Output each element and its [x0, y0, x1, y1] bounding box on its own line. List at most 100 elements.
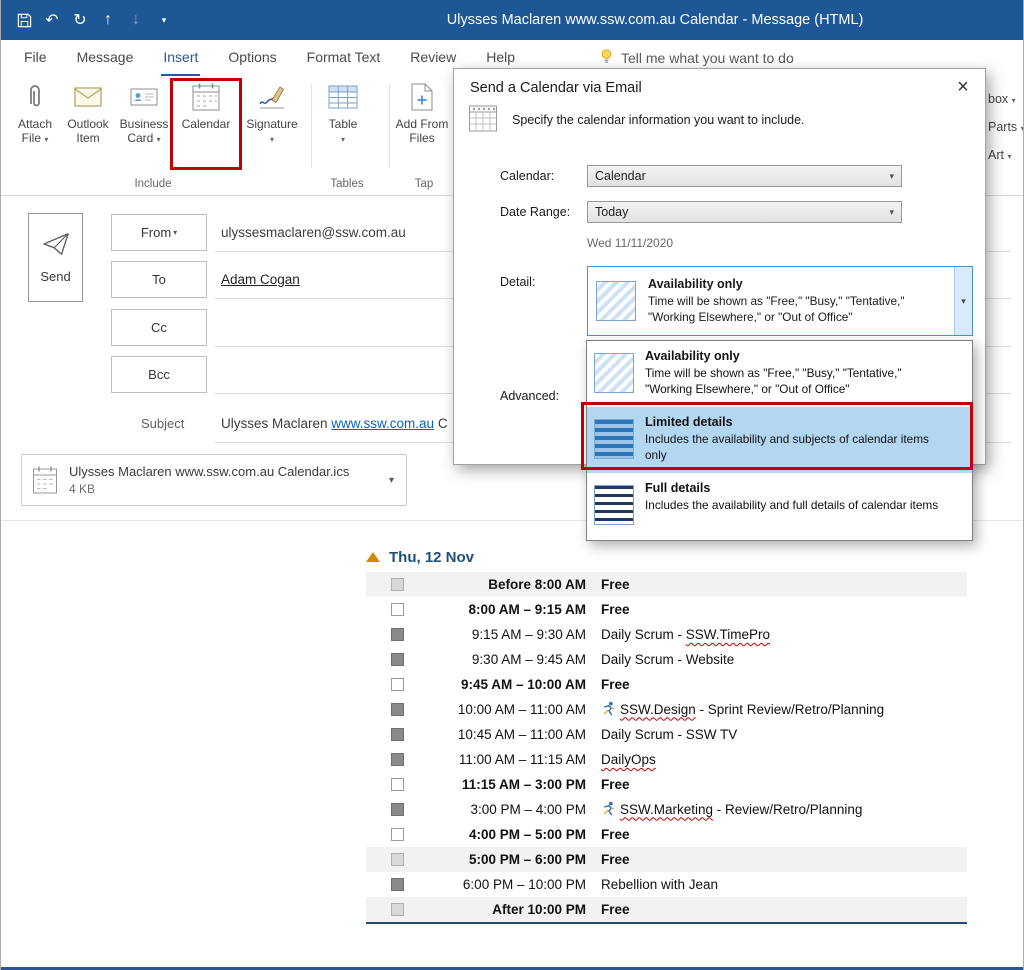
- runner-icon: [601, 801, 616, 819]
- calendar-row: 3:00 PM – 4:00 PMSSW.Marketing - Review/…: [366, 797, 967, 822]
- tab-file[interactable]: File: [22, 40, 49, 76]
- row-checkbox[interactable]: [391, 578, 404, 591]
- selected-detail-text: Availability only Time will be shown as …: [648, 277, 936, 326]
- desc-text: Free: [601, 602, 630, 617]
- subject-value: Ulysses Maclaren www.ssw.com.au C: [221, 405, 448, 441]
- quick-access-toolbar: ↶ ↻ ↑ ↓ ▾: [1, 7, 177, 33]
- ribbon-button-outlook-item[interactable]: OutlookItem: [62, 79, 114, 146]
- desc-text: Free: [601, 677, 630, 692]
- tab-format-text[interactable]: Format Text: [305, 40, 383, 76]
- detail-combobox-arrow[interactable]: ▾: [954, 267, 972, 335]
- from-button[interactable]: From▾: [111, 214, 207, 251]
- undo-button[interactable]: ↶: [39, 7, 65, 33]
- row-desc: Free: [601, 902, 630, 917]
- calendar-dropdown-value: Calendar: [595, 169, 646, 183]
- row-time: 10:45 AM – 11:00 AM: [408, 727, 586, 742]
- calendar-row: 11:00 AM – 11:15 AMDailyOps: [366, 747, 967, 772]
- chevron-down-icon: ▾: [1012, 96, 1016, 105]
- dialog-close-button[interactable]: ×: [949, 74, 977, 100]
- ribbon-group-tap: Tap: [415, 178, 434, 190]
- previous-item-button[interactable]: ↑: [95, 7, 121, 33]
- cc-button[interactable]: Cc: [111, 309, 207, 346]
- detail-field-label: Detail:: [500, 275, 535, 289]
- ribbon-group-separator: [311, 84, 312, 168]
- calendar-table: Before 8:00 AMFree8:00 AM – 9:15 AMFree9…: [366, 572, 967, 924]
- calendar-row: 6:00 PM – 10:00 PMRebellion with Jean: [366, 872, 967, 897]
- row-time: 9:45 AM – 10:00 AM: [408, 677, 586, 692]
- desc-text: Rebellion with Jean: [601, 877, 718, 892]
- row-checkbox[interactable]: [391, 603, 404, 616]
- chevron-down-icon: ▾: [889, 207, 894, 218]
- paperclip-icon: [25, 79, 45, 115]
- row-checkbox[interactable]: [391, 703, 404, 716]
- chevron-down-icon: ▾: [157, 135, 161, 144]
- ribbon-button-table[interactable]: Table▾: [317, 79, 369, 146]
- redo-button[interactable]: ↻: [67, 7, 93, 33]
- signature-icon: [258, 79, 286, 115]
- envelope-icon: [74, 79, 102, 115]
- desc-text: Free: [601, 852, 630, 867]
- tab-options[interactable]: Options: [226, 40, 278, 76]
- ribbon-button-add-from-files[interactable]: Add FromFiles: [393, 79, 451, 146]
- calendar-row: 10:00 AM – 11:00 AMSSW.Design - Sprint R…: [366, 697, 967, 722]
- attachment-info: Ulysses Maclaren www.ssw.com.au Calendar…: [69, 464, 349, 496]
- row-time: 4:00 PM – 5:00 PM: [408, 827, 586, 842]
- selected-detail-desc: Time will be shown as "Free," "Busy," "T…: [648, 294, 936, 326]
- attachment-name: Ulysses Maclaren www.ssw.com.au Calendar…: [69, 464, 349, 479]
- attachment-card[interactable]: Ulysses Maclaren www.ssw.com.au Calendar…: [21, 454, 407, 506]
- quick-parts-button-partial[interactable]: Parts ▾: [988, 120, 1024, 134]
- save-button[interactable]: [11, 7, 37, 33]
- bcc-button[interactable]: Bcc: [111, 356, 207, 393]
- row-checkbox[interactable]: [391, 653, 404, 666]
- calendar-row: 5:00 PM – 6:00 PMFree: [366, 847, 967, 872]
- annotation-box-calendar-button: [170, 78, 242, 170]
- date-range-dropdown[interactable]: Today ▾: [587, 201, 902, 223]
- calendar-row: 9:15 AM – 9:30 AMDaily Scrum - SSW.TimeP…: [366, 622, 967, 647]
- row-checkbox[interactable]: [391, 753, 404, 766]
- misspelled-text: SSW.Design: [620, 702, 696, 717]
- send-button[interactable]: Send: [28, 213, 83, 302]
- calendar-row: 11:15 AM – 3:00 PMFree: [366, 772, 967, 797]
- row-checkbox[interactable]: [391, 628, 404, 641]
- customize-qat-button[interactable]: ▾: [151, 7, 177, 33]
- tell-me-box[interactable]: Tell me what you want to do: [599, 48, 794, 67]
- detail-option-full-details[interactable]: Full detailsIncludes the availability an…: [587, 473, 972, 539]
- detail-combobox[interactable]: Availability only Time will be shown as …: [587, 266, 973, 336]
- ribbon-button-attach-file[interactable]: AttachFile ▾: [9, 79, 61, 146]
- attachment-menu-button[interactable]: ▾: [377, 475, 406, 486]
- ribbon-button-signature[interactable]: Signature▾: [242, 79, 302, 146]
- row-checkbox[interactable]: [391, 853, 404, 866]
- to-button[interactable]: To: [111, 261, 207, 298]
- row-checkbox[interactable]: [391, 828, 404, 841]
- subject-text: C: [434, 416, 448, 431]
- add-files-icon: [409, 79, 435, 115]
- desc-text: Free: [601, 577, 630, 592]
- wordart-button-partial[interactable]: Art ▾: [988, 148, 1011, 162]
- detail-option-availability-only[interactable]: Availability onlyTime will be shown as "…: [587, 341, 972, 407]
- row-checkbox[interactable]: [391, 903, 404, 916]
- text-box-button-partial[interactable]: box ▾: [988, 92, 1016, 106]
- subject-link[interactable]: www.ssw.com.au: [331, 416, 434, 431]
- tab-insert[interactable]: Insert: [161, 40, 200, 76]
- tab-message[interactable]: Message: [75, 40, 136, 76]
- row-desc: SSW.Design - Sprint Review/Retro/Plannin…: [601, 701, 884, 719]
- calendar-row: 9:45 AM – 10:00 AM Free: [366, 672, 967, 697]
- row-checkbox[interactable]: [391, 878, 404, 891]
- chevron-down-icon: ▾: [270, 135, 274, 144]
- ribbon-button-business-card[interactable]: BusinessCard ▾: [115, 79, 173, 146]
- row-checkbox[interactable]: [391, 678, 404, 691]
- row-desc: Free: [601, 827, 630, 842]
- next-item-button[interactable]: ↓: [123, 7, 149, 33]
- calendar-dropdown[interactable]: Calendar ▾: [587, 165, 902, 187]
- row-checkbox[interactable]: [391, 728, 404, 741]
- row-checkbox[interactable]: [391, 803, 404, 816]
- tab-review[interactable]: Review: [408, 40, 458, 76]
- collapse-triangle-icon[interactable]: [366, 552, 380, 562]
- advanced-field-label: Advanced:: [500, 389, 559, 403]
- row-checkbox[interactable]: [391, 778, 404, 791]
- desc-text: Free: [601, 827, 630, 842]
- outlook-message-window: ↶ ↻ ↑ ↓ ▾ Ulysses Maclaren www.ssw.com.a…: [0, 0, 1024, 970]
- calendar-file-icon: [32, 465, 58, 495]
- to-value[interactable]: Adam Cogan: [221, 261, 300, 298]
- calendar-row: 9:30 AM – 9:45 AMDaily Scrum - Website: [366, 647, 967, 672]
